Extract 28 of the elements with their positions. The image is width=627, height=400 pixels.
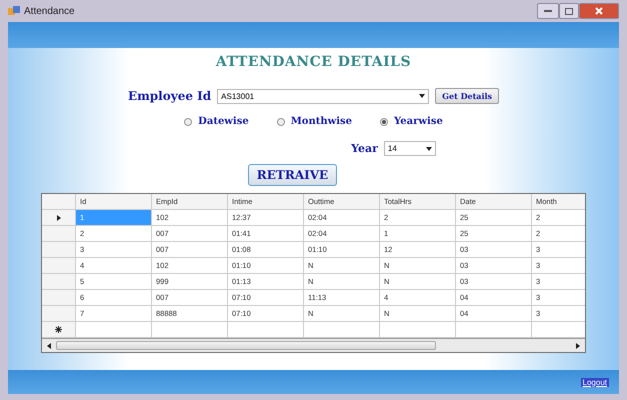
current-row-icon (56, 214, 62, 220)
scroll-left-icon[interactable] (46, 342, 52, 348)
minimize-button[interactable] (537, 3, 559, 19)
row-header[interactable] (42, 322, 76, 338)
app-icon (8, 6, 20, 16)
mode-radio[interactable]: Yearwise (380, 116, 443, 127)
employee-id-dropdown[interactable]: AS13001 (217, 88, 430, 104)
minimize-icon (544, 10, 552, 12)
new-row-icon (55, 326, 62, 333)
retrieve-button[interactable]: RETRAIVE (248, 164, 338, 186)
close-button[interactable] (579, 3, 619, 19)
page-heading: ATTENDANCE DETAILS (216, 54, 412, 70)
year-dropdown[interactable]: 14 (384, 141, 436, 156)
mode-radio[interactable]: Monthwise (276, 116, 352, 127)
year-label: Year (351, 142, 378, 155)
maximize-icon (565, 8, 573, 14)
dropdown-arrow-icon[interactable] (426, 146, 432, 152)
dropdown-arrow-icon[interactable] (419, 93, 426, 99)
horizontal-scrollbar[interactable] (42, 338, 585, 352)
mode-radio[interactable]: Datewise (184, 116, 249, 127)
grid-corner (42, 194, 76, 210)
maximize-button[interactable] (559, 3, 579, 19)
window-title: Attendance (24, 6, 75, 16)
get-details-button[interactable]: Get Details (435, 88, 500, 104)
close-icon (595, 7, 603, 15)
employee-id-label: Employee Id (128, 89, 212, 103)
logout-link[interactable]: Logout (580, 378, 609, 386)
scroll-right-icon[interactable] (575, 342, 581, 348)
